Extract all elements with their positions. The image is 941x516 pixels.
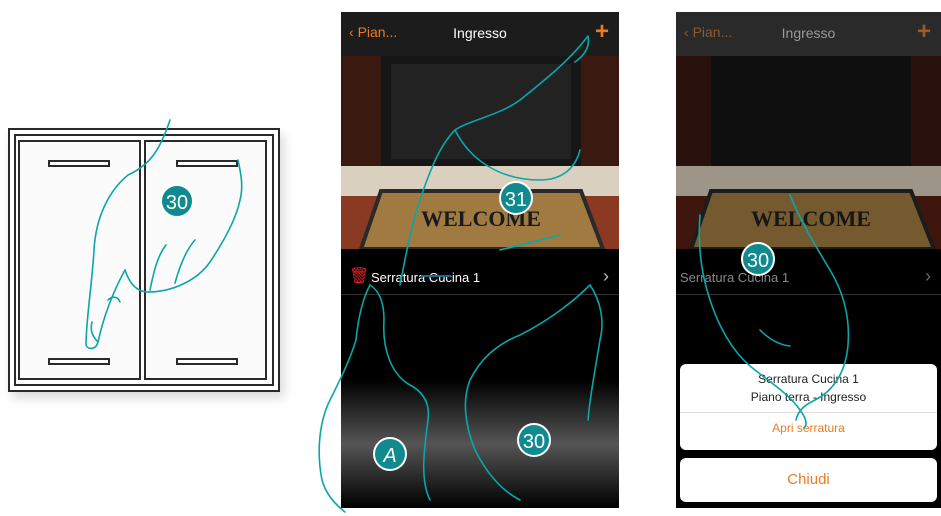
step-badge-30: 30 bbox=[160, 184, 194, 218]
step-badge-a: A bbox=[373, 437, 407, 471]
hand-tapping-open-lock-icon bbox=[698, 194, 850, 429]
step-badge-31: 31 bbox=[499, 181, 533, 215]
step-badge-30: 30 bbox=[741, 242, 775, 276]
step-badge-30: 30 bbox=[517, 423, 551, 457]
